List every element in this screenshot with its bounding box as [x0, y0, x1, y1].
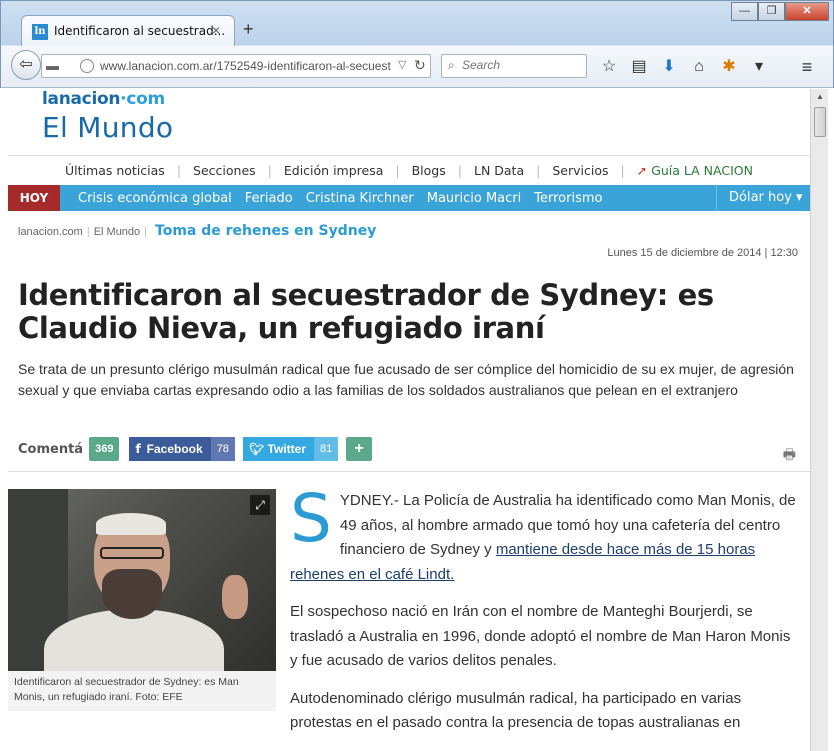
hot-topic-link[interactable]: Terrorismo — [534, 191, 602, 206]
search-bar[interactable]: ⌕ — [441, 54, 587, 78]
menu-separator: | — [457, 163, 462, 178]
print-icon[interactable]: 🖶︎ — [783, 444, 796, 468]
menu-separator: | — [176, 163, 182, 178]
article-photo[interactable]: ⤢ — [8, 489, 276, 671]
article-headline: Identificaron al secuestrador de Sydney:… — [18, 278, 714, 345]
twitter-count: 81 — [313, 437, 339, 461]
article-paragraph: S YDNEY.- La Policía de Australia ha iden… — [290, 480, 800, 587]
map-pin-icon: ➚ — [636, 163, 648, 178]
article-body: S YDNEY.- La Policía de Australia ha iden… — [290, 480, 800, 749]
menu-item-edicion-impresa[interactable]: Edición impresa — [284, 163, 384, 178]
menu-item-guia[interactable]: ➚ Guía LA NACION — [637, 163, 753, 178]
photo-figure-hand — [222, 575, 248, 619]
menu-separator: | — [395, 163, 400, 178]
home-icon[interactable]: ⌂ — [687, 56, 711, 78]
url-bar[interactable]: ▬ www.lanacion.com.ar/1752549-identifica… — [41, 54, 431, 78]
divider — [8, 471, 810, 472]
addon-icon[interactable]: ✱ — [717, 56, 741, 78]
breadcrumb-separator: | — [86, 226, 90, 238]
photo-figure-glasses — [100, 547, 164, 559]
facebook-label: f Facebook — [129, 437, 211, 461]
toolbar-icons: ☆ ▤ ⬇ ⌂ ✱ ▾ — [597, 56, 771, 78]
article-summary: Se trata de un presunto clérigo musulmán… — [18, 361, 794, 398]
facebook-text: Facebook — [146, 442, 203, 456]
maximize-button[interactable]: ❐ — [758, 2, 785, 21]
reading-list-icon[interactable]: ▤ — [627, 56, 651, 78]
new-tab-button[interactable]: + — [243, 19, 254, 40]
navigation-bar: ⇦ ▬ www.lanacion.com.ar/1752549-identifi… — [1, 46, 833, 88]
twitter-text: Twitter — [267, 442, 306, 456]
vertical-scrollbar[interactable]: ▲ — [810, 89, 828, 751]
scrollbar-thumb[interactable] — [814, 107, 826, 137]
menu-item-blogs[interactable]: Blogs — [412, 163, 446, 178]
section-title[interactable]: El Mundo — [42, 111, 173, 144]
url-text[interactable]: www.lanacion.com.ar/1752549-identificaro… — [100, 59, 400, 73]
facebook-icon: f — [135, 442, 141, 456]
scroll-up-icon[interactable]: ▲ — [811, 89, 829, 105]
share-bar: Comentá 369 f Facebook 78 🐦︎ Twitter 81 + — [18, 436, 373, 462]
window-controls: — ❐ ✕ — [731, 2, 829, 21]
history-icon[interactable]: ▬ — [46, 58, 59, 73]
article-paragraph: Autodenominado clérigo musulmán radical,… — [290, 689, 742, 732]
more-share-button[interactable]: + — [346, 437, 373, 461]
back-button[interactable]: ⇦ — [11, 50, 41, 80]
dolar-hoy-dropdown[interactable]: Dólar hoy ▾ — [716, 185, 810, 211]
site-logo[interactable]: lanacion·com — [42, 89, 165, 109]
photo-figure-beard — [102, 569, 162, 619]
menu-item-servicios[interactable]: Servicios — [552, 163, 608, 178]
article-paragraph: El sospechoso nació en Irán con el nombr… — [290, 603, 791, 669]
twitter-share-button[interactable]: 🐦︎ Twitter 81 — [242, 437, 339, 461]
menu-separator: | — [267, 163, 272, 178]
comment-count[interactable]: 369 — [89, 437, 120, 461]
breadcrumb: lanacion.com | El Mundo | Toma de rehenes en… — [18, 223, 376, 239]
top-menu: Últimas noticias | Secciones | Edición i… — [8, 155, 810, 185]
hoy-label: HOY — [8, 185, 60, 211]
tab-title: Identificaron al secuestrad... — [54, 24, 226, 38]
comment-label[interactable]: Comentá — [18, 442, 83, 457]
reload-icon[interactable]: ↻ — [414, 57, 426, 74]
guia-label: Guía LA NACION — [651, 163, 753, 178]
hot-topic-link[interactable]: Crisis económica global — [78, 191, 232, 206]
breadcrumb-topic[interactable]: Toma de rehenes en Sydney — [155, 223, 376, 239]
breadcrumb-separator: | — [144, 226, 148, 238]
expand-icon[interactable]: ⤢ — [250, 495, 270, 515]
twitter-label: 🐦︎ Twitter — [242, 437, 314, 461]
hot-topic-link[interactable]: Cristina Kirchner — [306, 191, 414, 206]
photo-figure-cap — [96, 513, 166, 535]
hot-topic-link[interactable]: Mauricio Macri — [427, 191, 522, 206]
bookmark-star-icon[interactable]: ☆ — [597, 56, 621, 78]
hamburger-menu-icon[interactable]: ≡ — [795, 56, 819, 78]
hot-topic-link[interactable]: Feriado — [245, 191, 293, 206]
photo-caption: Identificaron al secuestrador de Sydney:… — [8, 671, 276, 711]
menu-item-secciones[interactable]: Secciones — [193, 163, 256, 178]
menu-separator: | — [536, 163, 541, 178]
search-input[interactable] — [462, 58, 582, 72]
publish-date: Lunes 15 de diciembre de 2014 | 12:30 — [607, 247, 798, 259]
breadcrumb-home[interactable]: lanacion.com — [18, 226, 83, 238]
web-page: lanacion·com El Mundo Últimas noticias |… — [8, 89, 810, 751]
menu-separator: | — [620, 163, 625, 178]
hot-topics-bar: HOY Crisis económica global Feriado Cris… — [8, 185, 810, 211]
download-icon[interactable]: ⬇ — [657, 56, 681, 78]
menu-item-ln-data[interactable]: LN Data — [474, 163, 524, 178]
logo-main: lanacion — [42, 89, 121, 109]
search-icon: ⌕ — [448, 58, 455, 72]
url-dropdown-icon[interactable]: ▽ — [398, 58, 406, 71]
minimize-button[interactable]: — — [731, 2, 758, 21]
title-bar: ln Identificaron al secuestrad... × + — … — [1, 1, 833, 47]
close-window-button[interactable]: ✕ — [785, 2, 829, 21]
drop-cap: S — [290, 480, 332, 557]
menu-item-ultimas-noticias[interactable]: Últimas noticias — [65, 163, 165, 178]
logo-suffix: ·com — [120, 89, 165, 109]
twitter-bird-icon: 🐦︎ — [248, 442, 268, 456]
favicon-icon: ln — [32, 24, 48, 40]
breadcrumb-section[interactable]: El Mundo — [94, 226, 140, 238]
browser-chrome: ln Identificaron al secuestrad... × + — … — [0, 0, 834, 88]
browser-tab[interactable]: ln Identificaron al secuestrad... × — [21, 15, 235, 47]
addon-dropdown-icon[interactable]: ▾ — [747, 56, 771, 78]
globe-icon — [80, 59, 94, 73]
close-tab-icon[interactable]: × — [212, 22, 220, 38]
facebook-share-button[interactable]: f Facebook 78 — [129, 437, 235, 461]
facebook-count: 78 — [210, 437, 235, 461]
